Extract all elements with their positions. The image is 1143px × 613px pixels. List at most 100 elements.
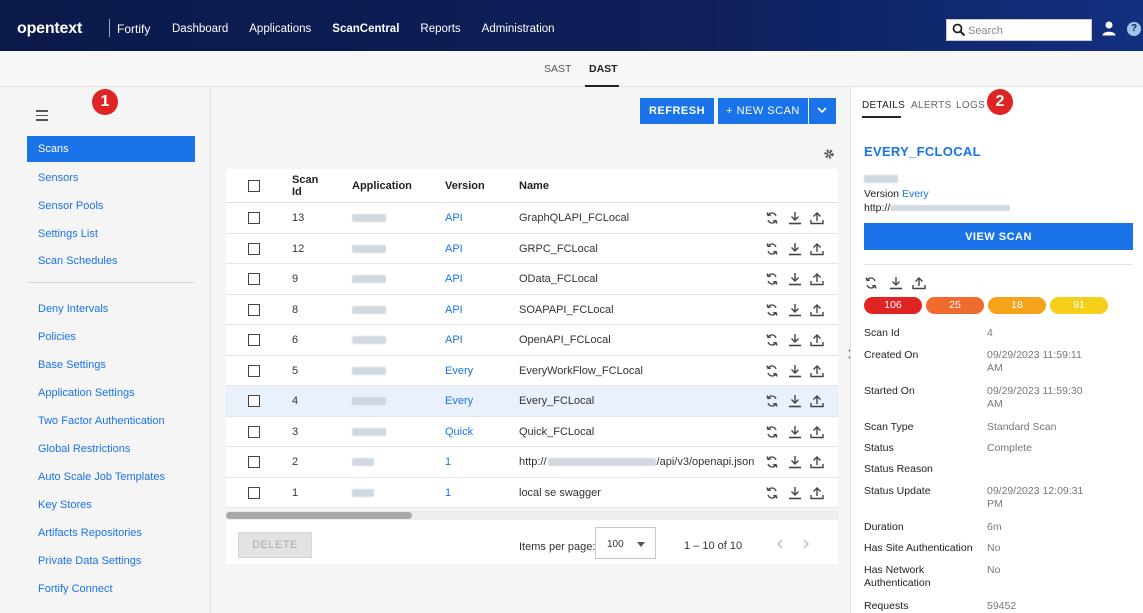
table-row[interactable]: 13 API GraphQLAPI_FCLocal [226,203,838,234]
table-row[interactable]: 12 API GRPC_FCLocal [226,234,838,264]
rescan-icon[interactable] [864,276,878,290]
scan-name[interactable]: Quick_FCLocal [519,417,594,447]
version-link[interactable]: API [445,264,463,294]
tab-logs[interactable]: LOGS [956,100,985,111]
sidebar-item-auto-scale-job-templates[interactable]: Auto Scale Job Templates [27,464,195,490]
sidebar-item-settings-list[interactable]: Settings List [27,221,195,247]
upload-icon[interactable] [810,425,824,439]
tab-dast[interactable]: DAST [589,63,618,75]
table-row[interactable]: 6 API OpenAPI_FCLocal [226,325,838,356]
sidebar-item-scan-schedules[interactable]: Scan Schedules [27,248,195,274]
row-checkbox[interactable] [248,273,260,285]
scan-name[interactable]: GraphQLAPI_FCLocal [519,203,629,233]
version-link[interactable]: API [445,325,463,355]
upload-icon[interactable] [912,276,926,290]
scan-name[interactable]: Every_FCLocal [519,386,594,416]
horizontal-scrollbar[interactable] [226,511,838,520]
row-checkbox[interactable] [248,425,260,438]
scan-name[interactable]: EveryWorkFlow_FCLocal [519,356,643,386]
scan-name[interactable]: GRPC_FCLocal [519,234,598,264]
scan-name[interactable]: OData_FCLocal [519,264,598,294]
select-all-checkbox[interactable] [248,180,260,192]
tab-sast[interactable]: SAST [544,63,571,75]
sidebar-item-artifacts-repositories[interactable]: Artifacts Repositories [27,520,195,546]
row-checkbox[interactable] [248,242,260,255]
row-checkbox[interactable] [248,486,260,499]
rescan-icon[interactable] [765,272,779,286]
next-page-icon[interactable] [801,538,811,550]
new-scan-button[interactable]: + NEW SCAN [718,98,808,124]
nav-dashboard[interactable]: Dashboard [172,23,228,35]
rescan-icon[interactable] [765,486,779,500]
view-scan-button[interactable]: VIEW SCAN [864,223,1133,250]
download-icon[interactable] [788,333,802,347]
new-scan-dropdown-button[interactable] [809,98,836,124]
sidebar-item-base-settings[interactable]: Base Settings [27,352,195,378]
version-link[interactable]: Every [445,386,473,416]
download-icon[interactable] [788,486,802,500]
download-icon[interactable] [889,276,903,290]
gear-icon[interactable] [823,148,835,160]
tab-details[interactable]: DETAILS [862,100,905,111]
rescan-icon[interactable] [765,242,779,256]
rescan-icon[interactable] [765,303,779,317]
column-header-scan-id[interactable]: Scan Id [292,169,322,203]
rescan-icon[interactable] [765,425,779,439]
download-icon[interactable] [788,364,802,378]
help-icon[interactable]: ? [1127,22,1141,36]
search-input[interactable] [968,23,1088,38]
brand-logo[interactable]: opentext [17,20,82,38]
version-link[interactable]: Quick [445,417,473,447]
version-link[interactable]: Every [902,188,929,200]
items-per-page-select[interactable]: 100 [595,527,656,559]
tab-alerts[interactable]: ALERTS [911,100,952,111]
row-checkbox[interactable] [248,364,260,377]
sidebar-item-two-factor-authentication[interactable]: Two Factor Authentication [27,408,195,434]
sidebar-item-policies[interactable]: Policies [27,324,195,350]
sidebar-item-application-settings[interactable]: Application Settings [27,380,195,406]
rescan-icon[interactable] [765,394,779,408]
download-icon[interactable] [788,425,802,439]
scan-url[interactable]: http:// [864,202,1011,214]
menu-icon[interactable] [36,110,48,121]
scan-name[interactable]: local se swagger [519,478,601,508]
row-checkbox[interactable] [248,334,260,346]
column-header-name[interactable]: Name [519,169,549,203]
column-header-version[interactable]: Version [445,169,485,203]
row-checkbox[interactable] [248,456,260,468]
table-row[interactable]: 8 API SOAPAPI_FCLocal [226,295,838,325]
rescan-icon[interactable] [765,364,779,378]
sidebar-item-sensor-pools[interactable]: Sensor Pools [27,193,195,219]
nav-applications[interactable]: Applications [249,23,311,35]
sidebar-item-deny-intervals[interactable]: Deny Intervals [27,296,195,322]
delete-button[interactable]: DELETE [238,532,312,558]
upload-icon[interactable] [810,364,824,378]
table-row[interactable]: 2 1 http:///api/v3/openapi.json [226,447,838,478]
upload-icon[interactable] [810,211,824,225]
upload-icon[interactable] [810,486,824,500]
upload-icon[interactable] [810,272,824,286]
row-checkbox[interactable] [248,395,260,407]
upload-icon[interactable] [810,333,824,347]
upload-icon[interactable] [810,455,824,469]
version-link[interactable]: 1 [445,478,451,508]
scan-name[interactable]: SOAPAPI_FCLocal [519,295,614,325]
row-checkbox[interactable] [248,212,260,224]
table-row[interactable]: 3 Quick Quick_FCLocal [226,417,838,447]
row-checkbox[interactable] [248,303,260,316]
sidebar-item-scans[interactable]: Scans [27,136,195,162]
rescan-icon[interactable] [765,211,779,225]
previous-page-icon[interactable] [775,538,785,550]
rescan-icon[interactable] [765,455,779,469]
sidebar-item-sensors[interactable]: Sensors [27,165,195,191]
nav-administration[interactable]: Administration [482,23,555,35]
table-row[interactable]: 4 Every Every_FCLocal [226,386,838,417]
version-link[interactable]: API [445,203,463,233]
scrollbar-thumb[interactable] [226,512,412,519]
sidebar-item-key-stores[interactable]: Key Stores [27,492,195,518]
download-icon[interactable] [788,303,802,317]
table-row[interactable]: 5 Every EveryWorkFlow_FCLocal [226,356,838,386]
rescan-icon[interactable] [765,333,779,347]
nav-reports[interactable]: Reports [420,23,460,35]
table-row[interactable]: 1 1 local se swagger [226,478,838,508]
